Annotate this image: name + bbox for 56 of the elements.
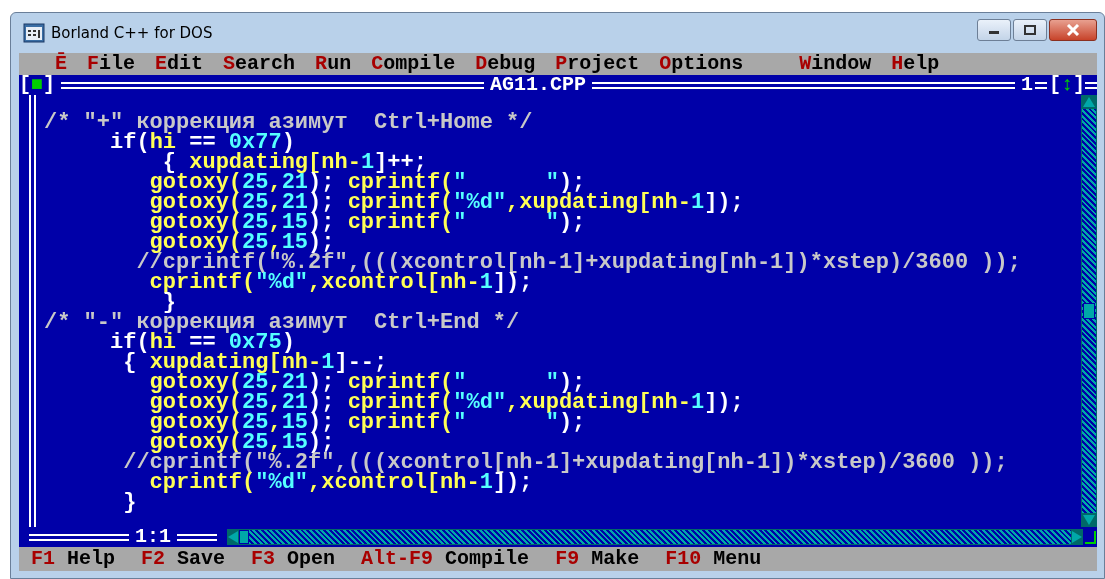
code-line: gotoxy(25,21); cprintf(" "); xyxy=(148,173,586,193)
scroll-thumb[interactable] xyxy=(239,530,249,544)
status-shortcut[interactable]: F9 Make xyxy=(555,547,640,571)
code-line: /* "+" коррекция азимут Ctrl+Home */ xyxy=(44,113,534,133)
maximize-icon xyxy=(1024,25,1036,35)
window-number: 1 xyxy=(1020,75,1033,95)
status-shortcut[interactable]: F2 Save xyxy=(141,547,226,571)
app-icon xyxy=(23,23,45,43)
code-line: //cprintf("%.2f",(((xcontrol[nh-1]+xupdating[nh-1])*xstep)/3600 )); xyxy=(135,253,1022,273)
menu-item[interactable]: Compile xyxy=(371,53,456,75)
code-line: gotoxy(25,15); xyxy=(149,433,335,453)
code-line: gotoxy(25,15); xyxy=(149,233,335,253)
status-shortcut[interactable]: F3 Open xyxy=(251,547,336,571)
menu-item[interactable]: File xyxy=(87,53,136,75)
menu-item[interactable]: Help xyxy=(891,53,940,75)
status-shortcut[interactable]: F10 Menu xyxy=(665,547,762,571)
status-shortcut[interactable]: F1 Help xyxy=(31,547,116,571)
minimize-button[interactable] xyxy=(977,19,1011,41)
menu-item[interactable]: Run xyxy=(315,53,352,75)
code-line: gotoxy(25,21); cprintf(" "); xyxy=(148,373,586,393)
resize-corner-icon[interactable] xyxy=(1083,529,1097,545)
cursor-position: 1:1 xyxy=(135,527,171,547)
menu-item[interactable]: Project xyxy=(555,53,640,75)
menu-item[interactable]: Options xyxy=(659,53,744,75)
frame-line xyxy=(1034,81,1047,89)
code-line: gotoxy(25,15); cprintf(" "); xyxy=(148,413,586,433)
menu-item[interactable]: Window xyxy=(799,53,872,75)
code-line: cprintf("%d",xcontrol[nh-1]); xyxy=(149,473,533,493)
code-line: //cprintf("%.2f",(((xcontrol[nh-1]+xupdating[nh-1])*xstep)/3600 )); xyxy=(122,453,1009,473)
maximize-button[interactable] xyxy=(1013,19,1047,41)
zoom-box[interactable]: [↕] xyxy=(1048,75,1085,95)
file-name: AG11.CPP xyxy=(490,75,586,95)
close-button[interactable] xyxy=(1049,19,1097,41)
close-box[interactable]: [■] xyxy=(19,75,56,95)
window-title: Borland C++ for DOS xyxy=(51,24,213,42)
frame-line xyxy=(177,533,217,541)
code-line: gotoxy(25,15); cprintf(" "); xyxy=(148,213,586,233)
close-icon xyxy=(1066,24,1080,36)
code-line: { xupdating[nh-1]++; xyxy=(162,153,427,173)
menu-item[interactable]: Search xyxy=(223,53,296,75)
code-line: gotoxy(25,21); cprintf("%d",xupdating[nh-1]); xyxy=(148,193,745,213)
scroll-thumb[interactable] xyxy=(1083,302,1095,319)
code-line: } xyxy=(122,493,138,513)
vertical-scrollbar[interactable] xyxy=(1081,95,1097,527)
code-line: } xyxy=(162,293,177,313)
code-line: /* "-" коррекция азимут Ctrl+End */ xyxy=(44,313,521,333)
menu-item[interactable]: Debug xyxy=(475,53,536,75)
code-line: { xupdating[nh-1]--; xyxy=(123,353,388,373)
code-line: gotoxy(25,21); cprintf("%d",xupdating[nh-1]); xyxy=(148,393,745,413)
menu-item[interactable]: Edit xyxy=(155,53,204,75)
frame-line xyxy=(1085,81,1097,89)
code-line: if(hi == 0x77) xyxy=(109,133,295,153)
status-shortcut[interactable]: Alt-F9 Compile xyxy=(361,547,530,571)
code-line: if(hi == 0x75) xyxy=(109,333,295,353)
code-line: cprintf("%d",xcontrol[nh-1]); xyxy=(149,273,533,293)
horizontal-scrollbar[interactable] xyxy=(227,529,1083,545)
